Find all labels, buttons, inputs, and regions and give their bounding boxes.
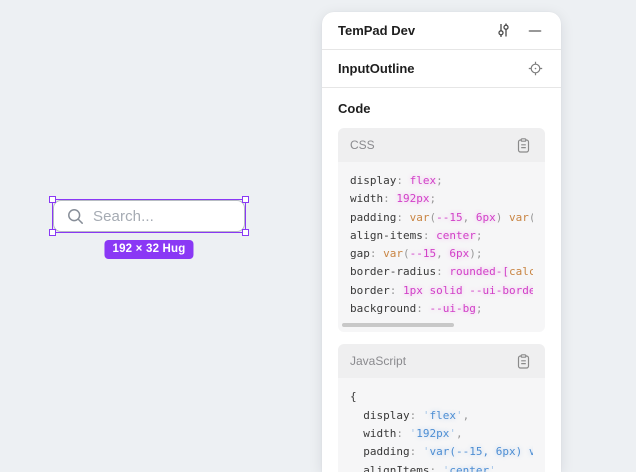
code-line: width: '192px',	[350, 425, 533, 443]
selection-handle-bottom-right[interactable]	[242, 229, 249, 236]
code-line: gap: var(--15, 6px);	[350, 245, 533, 263]
code-line: border-radius: rounded-[calc(v	[350, 263, 533, 281]
sliders-icon[interactable]	[493, 21, 513, 41]
search-input-component[interactable]: Search...	[53, 200, 245, 232]
javascript-code-block: JavaScript { display: 'flex', width: '19…	[338, 344, 545, 472]
selected-object-row: InputOutline	[322, 50, 561, 88]
code-line: background: --ui-bg;	[350, 300, 533, 318]
css-language-label: CSS	[350, 138, 375, 152]
code-line: align-items: center;	[350, 227, 533, 245]
code-line: display: flex;	[350, 172, 533, 190]
panel-title: TemPad Dev	[338, 23, 493, 38]
code-lines: { display: 'flex', width: '192px', paddi…	[350, 388, 533, 472]
tempad-dev-panel: TemPad Dev InputOutline	[322, 12, 561, 472]
horizontal-scrollbar-thumb[interactable]	[342, 323, 454, 327]
search-placeholder-text: Search...	[93, 208, 154, 225]
css-code-block: CSS display: flex;width: 192px;padding: …	[338, 128, 545, 332]
css-code-header: CSS	[338, 128, 545, 162]
selected-object-name: InputOutline	[338, 61, 525, 76]
code-line: width: 192px;	[350, 190, 533, 208]
clipboard-copy-icon[interactable]	[513, 135, 533, 155]
css-code-body: display: flex;width: 192px;padding: var(…	[338, 162, 545, 332]
minimize-icon[interactable]	[525, 21, 545, 41]
code-line: display: 'flex',	[350, 407, 533, 425]
code-line: padding: var(--15, 6px) var(--	[350, 209, 533, 227]
clipboard-copy-icon[interactable]	[513, 351, 533, 371]
code-lines: display: flex;width: 192px;padding: var(…	[350, 172, 533, 318]
crosshair-locate-icon[interactable]	[525, 59, 545, 79]
javascript-code-header: JavaScript	[338, 344, 545, 378]
code-line: border: 1px solid --ui-border-	[350, 282, 533, 300]
code-line: {	[350, 388, 533, 406]
code-line: padding: 'var(--15, 6px) var	[350, 443, 533, 461]
magnifier-icon	[67, 208, 84, 225]
dimensions-badge: 192 × 32 Hug	[104, 240, 193, 259]
code-line: alignItems: 'center',	[350, 462, 533, 472]
code-section-title: Code	[338, 101, 545, 116]
javascript-code-body: { display: 'flex', width: '192px', paddi…	[338, 378, 545, 472]
code-section: Code CSS display: flex;width: 192px;padd…	[322, 88, 561, 472]
panel-header: TemPad Dev	[322, 12, 561, 50]
javascript-language-label: JavaScript	[350, 354, 406, 368]
